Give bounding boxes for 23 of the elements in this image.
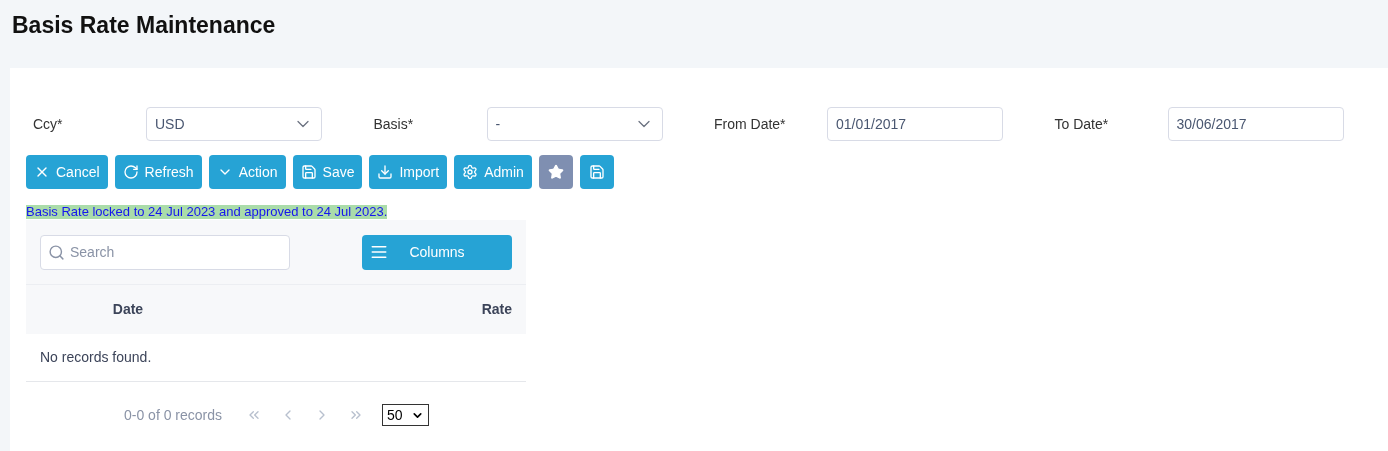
download-icon: [377, 164, 394, 180]
lock-message: Basis Rate locked to 24 Jul 2023 and approved to 24 Jul 2023.: [26, 205, 388, 219]
dropdown[interactable]: USD: [146, 107, 322, 141]
search-icon: [48, 243, 65, 261]
star-icon: [547, 164, 564, 180]
pagination-summary: 0-0 of 0 records: [124, 405, 223, 425]
toolbar-button[interactable]: [579, 155, 614, 189]
refresh-icon: [122, 164, 139, 180]
column-header[interactable]: Date: [112, 299, 144, 320]
empty-message: No records found.: [40, 348, 152, 367]
search-field[interactable]: Search: [40, 234, 290, 270]
field-label: To Date*: [1053, 114, 1110, 134]
field-label: From Date*: [713, 114, 787, 134]
date-field[interactable]: 30/06/2017: [1167, 107, 1344, 141]
dropdown[interactable]: -: [486, 107, 663, 141]
settings-icon: [462, 164, 479, 180]
column-header[interactable]: Rate: [481, 299, 512, 320]
field-label: Ccy*: [32, 114, 64, 134]
page-title: Basis Rate Maintenance: [12, 11, 276, 40]
date-field[interactable]: 01/01/2017: [827, 107, 1003, 141]
page-size-select[interactable]: 50: [382, 404, 430, 426]
menu-icon: [370, 243, 388, 261]
field-label: Basis*: [372, 114, 415, 134]
